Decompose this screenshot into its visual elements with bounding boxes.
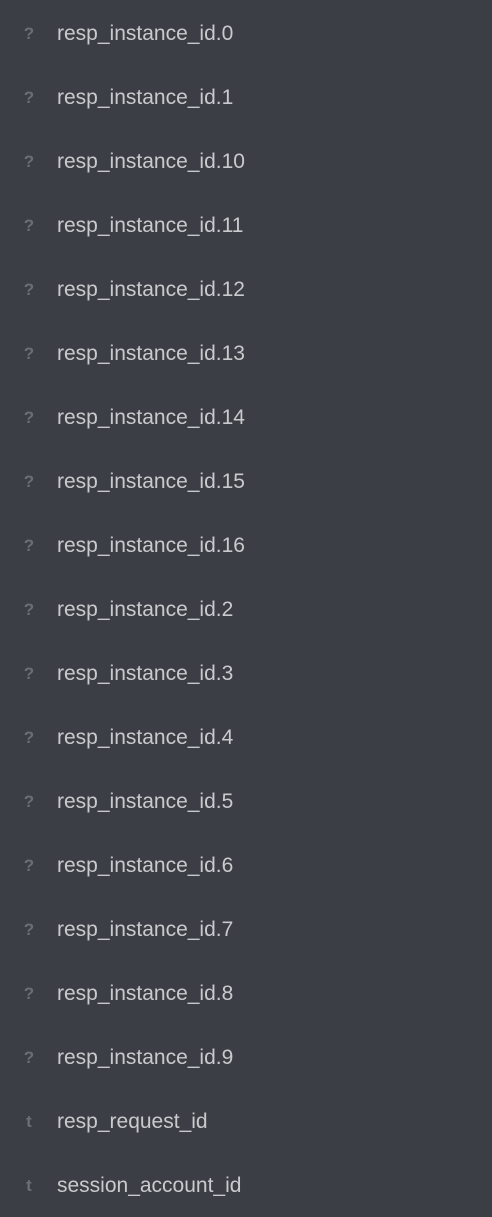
field-name: resp_instance_id.11 — [57, 213, 244, 237]
string-type-icon: t — [26, 1175, 32, 1195]
unknown-type-icon: ? — [23, 343, 35, 363]
unknown-type-icon: ? — [23, 855, 35, 875]
field-name: resp_instance_id.12 — [57, 277, 245, 301]
field-name: resp_instance_id.14 — [57, 405, 245, 429]
field-list: ? resp_instance_id.0? resp_instance_id.1? r… — [0, 1, 492, 1217]
field-name: session_account_id — [57, 1173, 242, 1197]
field-name: resp_instance_id.2 — [57, 597, 234, 621]
unknown-type-icon: ? — [23, 663, 35, 683]
unknown-type-icon: ? — [23, 791, 35, 811]
unknown-type-icon: ? — [23, 535, 35, 555]
field-row[interactable]: ? resp_instance_id.14 — [0, 385, 492, 449]
unknown-type-icon: ? — [23, 215, 35, 235]
field-name: resp_instance_id.6 — [57, 853, 234, 877]
field-name: resp_instance_id.8 — [57, 981, 234, 1005]
field-name: resp_instance_id.0 — [57, 21, 234, 45]
field-name: resp_request_id — [57, 1109, 208, 1133]
field-name: resp_instance_id.16 — [57, 533, 245, 557]
unknown-type-icon: ? — [23, 919, 35, 939]
field-row[interactable]: ? resp_instance_id.7 — [0, 897, 492, 961]
field-row[interactable]: ? resp_instance_id.2 — [0, 577, 492, 641]
field-row[interactable]: ? resp_instance_id.5 — [0, 769, 492, 833]
field-name: resp_instance_id.10 — [57, 149, 245, 173]
field-row[interactable]: ? resp_instance_id.3 — [0, 641, 492, 705]
field-name: resp_instance_id.4 — [57, 725, 234, 749]
field-row[interactable]: ? resp_instance_id.11 — [0, 193, 492, 257]
field-row[interactable]: ? resp_instance_id.16 — [0, 513, 492, 577]
unknown-type-icon: ? — [23, 23, 35, 43]
field-row[interactable]: ? resp_instance_id.6 — [0, 833, 492, 897]
field-name: resp_instance_id.13 — [57, 341, 245, 365]
field-row[interactable]: ? resp_instance_id.0 — [0, 1, 492, 65]
unknown-type-icon: ? — [23, 599, 35, 619]
string-type-icon: t — [26, 1111, 32, 1131]
field-row[interactable]: ? resp_instance_id.1 — [0, 65, 492, 129]
field-row[interactable]: ? resp_instance_id.12 — [0, 257, 492, 321]
field-row[interactable]: t resp_request_id — [0, 1089, 492, 1153]
field-row[interactable]: ? resp_instance_id.10 — [0, 129, 492, 193]
field-row[interactable]: ? resp_instance_id.9 — [0, 1025, 492, 1089]
unknown-type-icon: ? — [23, 983, 35, 1003]
field-name: resp_instance_id.7 — [57, 917, 234, 941]
field-name: resp_instance_id.3 — [57, 661, 234, 685]
field-name: resp_instance_id.1 — [57, 85, 234, 109]
unknown-type-icon: ? — [23, 407, 35, 427]
unknown-type-icon: ? — [23, 471, 35, 491]
field-row[interactable]: t session_account_id — [0, 1153, 492, 1217]
field-row[interactable]: ? resp_instance_id.15 — [0, 449, 492, 513]
unknown-type-icon: ? — [23, 151, 35, 171]
unknown-type-icon: ? — [23, 727, 35, 747]
field-row[interactable]: ? resp_instance_id.8 — [0, 961, 492, 1025]
field-name: resp_instance_id.5 — [57, 789, 234, 813]
field-row[interactable]: ? resp_instance_id.13 — [0, 321, 492, 385]
unknown-type-icon: ? — [23, 1047, 35, 1067]
unknown-type-icon: ? — [23, 87, 35, 107]
field-row[interactable]: ? resp_instance_id.4 — [0, 705, 492, 769]
field-name: resp_instance_id.15 — [57, 469, 245, 493]
unknown-type-icon: ? — [23, 279, 35, 299]
field-name: resp_instance_id.9 — [57, 1045, 234, 1069]
